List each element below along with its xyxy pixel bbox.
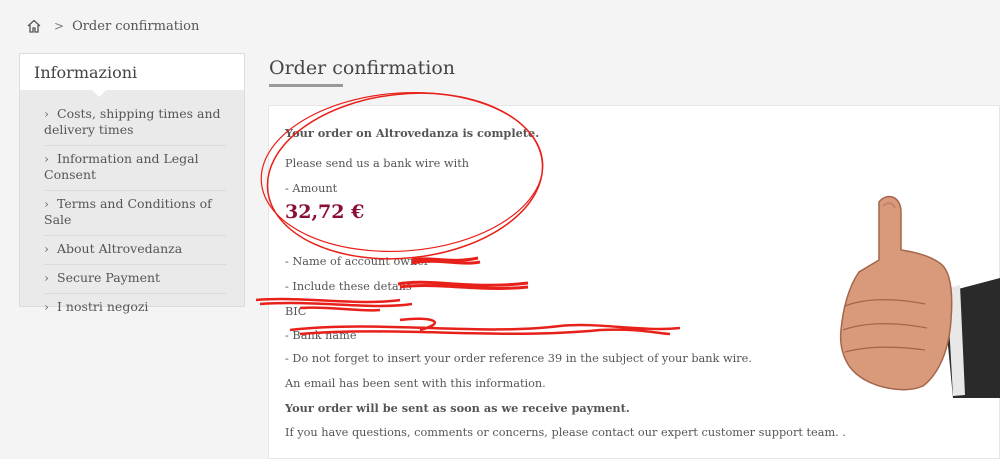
include-details-text: - Include these details	[285, 280, 412, 293]
account-owner-text: - Name of account owner	[285, 255, 430, 268]
order-complete-text: Your order on Altrovedanza is complete.	[285, 126, 540, 140]
sidebar-item-label: I nostri negozi	[57, 299, 149, 314]
chevron-right-icon: ›	[44, 196, 49, 211]
order-reference-text: - Do not forget to insert your order ref…	[285, 352, 752, 365]
sidebar-title: Informazioni	[20, 54, 244, 97]
amount-label: - Amount	[285, 182, 338, 195]
sidebar-item-payment[interactable]: › Secure Payment	[44, 268, 226, 294]
email-sent-text: An email has been sent with this informa…	[285, 377, 546, 390]
chevron-right-icon: ›	[44, 299, 49, 314]
sidebar-item-label: Information and Legal Consent	[44, 151, 199, 182]
sidebar-item-legal[interactable]: › Information and Legal Consent	[44, 149, 226, 191]
sidebar-list: › Costs, shipping times and delivery time…	[20, 90, 244, 322]
bank-name-text: - Bank name	[285, 329, 357, 342]
sidebar-item-label: Secure Payment	[57, 270, 161, 285]
title-underline	[269, 84, 343, 87]
home-icon[interactable]	[26, 18, 42, 34]
chevron-right-icon: ›	[44, 151, 49, 166]
sidebar-item-costs[interactable]: › Costs, shipping times and delivery time…	[44, 104, 226, 146]
chevron-right-icon: ›	[44, 106, 49, 121]
bank-wire-text: Please send us a bank wire with	[285, 157, 470, 170]
amount-value: 32,72 €	[285, 201, 365, 223]
sidebar-item-label: Costs, shipping times and delivery times	[44, 106, 221, 137]
sidebar-item-terms[interactable]: › Terms and Conditions of Sale	[44, 194, 226, 236]
breadcrumb: > Order confirmation	[26, 16, 199, 36]
thumbs-up-icon	[839, 195, 1000, 398]
support-text: If you have questions, comments or conce…	[285, 426, 846, 439]
chevron-right-icon: ›	[44, 241, 49, 256]
sidebar-item-stores[interactable]: › I nostri negozi	[44, 297, 226, 322]
sidebar-item-label: About Altrovedanza	[57, 241, 183, 256]
page-title: Order confirmation	[269, 57, 455, 79]
sidebar: Informazioni › Costs, shipping times and …	[19, 53, 245, 314]
breadcrumb-current: Order confirmation	[72, 18, 200, 34]
chevron-right-icon: ›	[44, 270, 49, 285]
shipment-text: Your order will be sent as soon as we re…	[285, 401, 630, 415]
sidebar-item-about[interactable]: › About Altrovedanza	[44, 239, 226, 265]
breadcrumb-separator: >	[54, 19, 65, 33]
bic-text: BIC	[285, 305, 307, 318]
sidebar-item-label: Terms and Conditions of Sale	[44, 196, 212, 227]
